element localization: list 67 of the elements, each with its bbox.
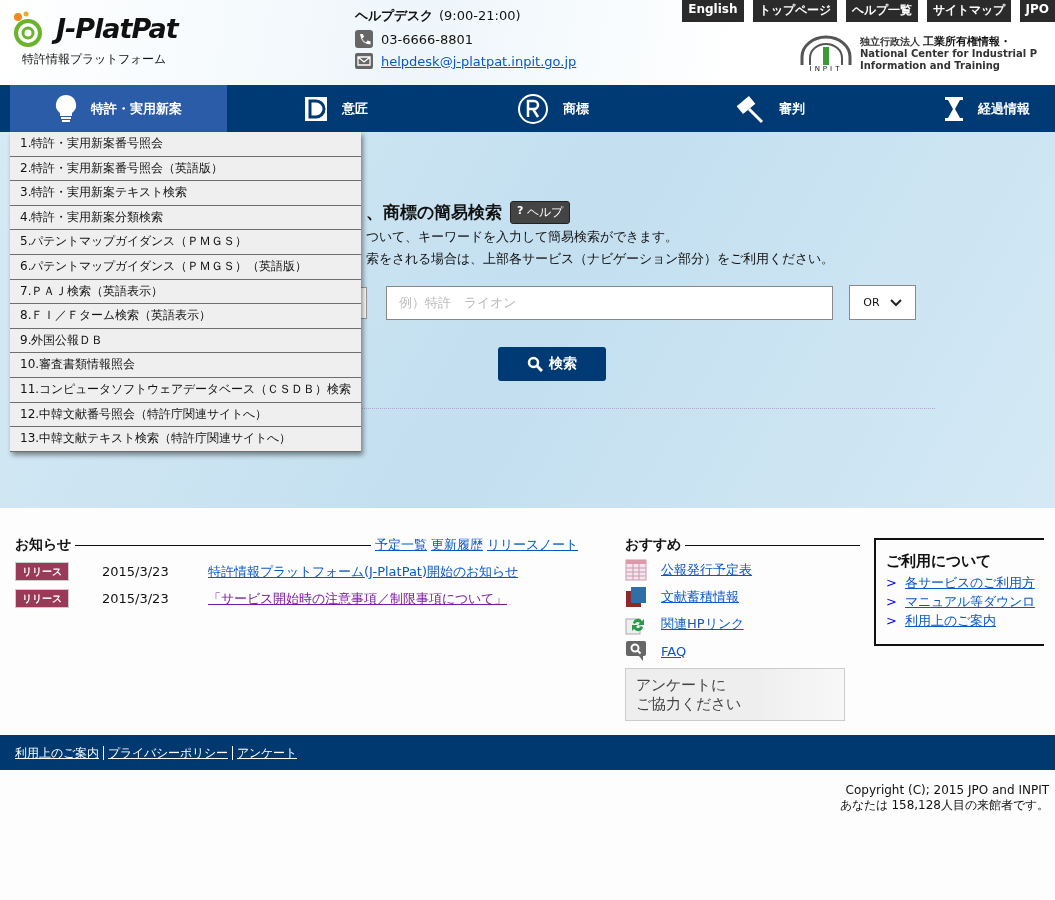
- org-english: Information and Training: [860, 60, 1001, 72]
- news-nav-link[interactable]: 更新履歴: [431, 536, 483, 554]
- footer-link[interactable]: 利用上のご案内: [15, 745, 103, 760]
- nav-tab[interactable]: 商標: [444, 85, 661, 132]
- org-english: National Center for Industrial P: [860, 48, 1038, 60]
- news-title: お知らせ: [15, 536, 71, 554]
- letter-d-icon: [303, 95, 328, 122]
- email-link[interactable]: helpdesk@j-platpat.inpit.go.jp: [381, 53, 577, 69]
- top-link[interactable]: トップページ: [752, 0, 837, 22]
- news-link[interactable]: 特許情報プラットフォーム(J-PlatPat)開始のお知らせ: [208, 562, 519, 581]
- registered-icon: [516, 92, 549, 125]
- recommend-link[interactable]: 関連HPリンク: [661, 615, 744, 633]
- lightbulb-icon: [55, 93, 77, 124]
- footer-link[interactable]: アンケート: [232, 745, 301, 760]
- news-date: 2015/3/23: [102, 564, 170, 579]
- news-nav-link[interactable]: リリースノート: [487, 536, 578, 554]
- arrow-icon: >: [886, 611, 897, 630]
- recommend-link[interactable]: FAQ: [661, 643, 687, 659]
- top-link[interactable]: ヘルプ一覧: [845, 0, 918, 22]
- arrow-icon: >: [886, 592, 897, 611]
- search-title: 、商標の簡易検索: [366, 201, 502, 224]
- helpdesk-hours: (9:00-21:00): [439, 8, 521, 23]
- phone-icon: [355, 30, 373, 48]
- gavel-icon: [734, 93, 765, 124]
- search-icon: [527, 356, 543, 372]
- top-link[interactable]: サイトマップ: [926, 0, 1011, 22]
- usage-link[interactable]: 利用上のご案内: [904, 611, 996, 630]
- recommend-title: おすすめ: [625, 536, 681, 554]
- nav-tab[interactable]: 審判: [661, 85, 878, 132]
- org-name: 独立行政法人 工業所有権情報・: [860, 36, 1013, 48]
- description-text: 索をされる場合は、上部各サービス（ナビゲーション部分）をご利用ください。: [366, 251, 835, 268]
- nav-tab[interactable]: 経過情報: [878, 85, 1055, 132]
- books-icon: [625, 586, 647, 608]
- usage-link[interactable]: 各サービスのご利用方: [904, 573, 1035, 592]
- faq-icon: [625, 640, 647, 662]
- news-date: 2015/3/23: [102, 591, 170, 606]
- keyword-field[interactable]: 例）特許 ライオン: [386, 285, 833, 320]
- helpdesk-title: ヘルプデスク: [355, 8, 433, 23]
- hourglass-icon: [943, 95, 964, 122]
- release-badge: リリース: [15, 589, 69, 608]
- phone-number: 03-6666-8801: [381, 31, 474, 47]
- description-text: ついて、キーワードを入力して簡易検索ができます。: [366, 229, 679, 246]
- mail-icon: [355, 53, 373, 69]
- chevron-down-icon: [889, 298, 902, 307]
- usage-link[interactable]: マニュアル等ダウンロ: [904, 592, 1035, 611]
- top-link[interactable]: JPO: [1019, 0, 1055, 22]
- news-nav-link[interactable]: 予定一覧: [375, 536, 427, 554]
- logo-subtitle: 特許情報プラットフォーム: [22, 51, 167, 68]
- survey-banner[interactable]: アンケートに ご協力ください: [625, 668, 845, 721]
- visitor-count: あなたは 158,128人目の来館者です。: [838, 798, 1049, 813]
- inpit-arch-icon: [798, 35, 854, 65]
- help-button[interactable]: ? ヘルプ: [510, 201, 571, 224]
- top-link[interactable]: English: [682, 0, 744, 22]
- nav-tab[interactable]: 特許・実用新案: [10, 85, 227, 132]
- nav-tab[interactable]: 意匠: [227, 85, 444, 132]
- arrow-icon: >: [886, 573, 897, 592]
- release-badge: リリース: [15, 562, 69, 581]
- footer-link[interactable]: プライバシーポリシー: [103, 745, 232, 760]
- logo-text: J-PlatPat: [50, 10, 186, 48]
- recommend-link[interactable]: 公報発行予定表: [661, 561, 752, 579]
- table-icon: [625, 559, 647, 581]
- search-button[interactable]: 検索: [498, 347, 606, 381]
- copyright-text: Copyright (C); 2015 JPO and INPIT: [844, 783, 1049, 798]
- news-link[interactable]: 「サービス開始時の注意事項／制限事項について」: [208, 589, 507, 608]
- operator-select[interactable]: OR: [849, 285, 916, 320]
- recommend-link[interactable]: 文献蓄積情報: [661, 588, 739, 606]
- usage-title: ご利用について: [886, 552, 992, 571]
